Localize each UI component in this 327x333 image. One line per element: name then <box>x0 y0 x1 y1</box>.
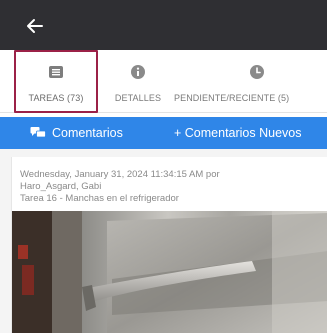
tab-tareas[interactable]: TAREAS (73) <box>14 50 98 113</box>
new-comments-button[interactable]: + Comentarios Nuevos <box>174 117 302 149</box>
refrigerator-photo[interactable] <box>12 211 327 333</box>
comments-button[interactable]: Comentarios <box>30 117 123 149</box>
list-icon <box>48 64 64 80</box>
top-app-bar <box>0 0 327 50</box>
clock-icon <box>249 64 265 80</box>
comment-card: Wednesday, January 31, 2024 11:34:15 AM … <box>11 157 327 333</box>
comments-label: Comentarios <box>52 126 123 140</box>
comments-list: Wednesday, January 31, 2024 11:34:15 AM … <box>0 149 327 333</box>
comment-author: Haro_Asgard, Gabi <box>20 181 102 192</box>
tab-detalles[interactable]: DETALLES <box>108 50 168 113</box>
action-bar: Comentarios + Comentarios Nuevos <box>0 117 327 149</box>
comment-meta: Wednesday, January 31, 2024 11:34:15 AM … <box>20 169 320 205</box>
tab-pendiente-reciente[interactable]: PENDIENTE/RECIENTE (5) <box>172 50 327 113</box>
tab-pendiente-label: PENDIENTE/RECIENTE (5) <box>174 93 290 103</box>
comments-icon <box>30 127 46 138</box>
arrow-left-icon <box>27 19 43 33</box>
new-comments-label: + Comentarios Nuevos <box>174 126 302 140</box>
comment-task: Tarea 16 - Manchas en el refrigerador <box>20 193 179 204</box>
info-icon <box>130 64 146 80</box>
tab-bar: TAREAS (73) DETALLES PENDIENTE/RECIENTE … <box>0 50 327 113</box>
comment-timestamp: Wednesday, January 31, 2024 11:34:15 AM … <box>20 169 220 180</box>
tab-tareas-label: TAREAS (73) <box>28 93 84 103</box>
tab-detalles-label: DETALLES <box>114 93 162 103</box>
back-button[interactable] <box>26 18 44 34</box>
